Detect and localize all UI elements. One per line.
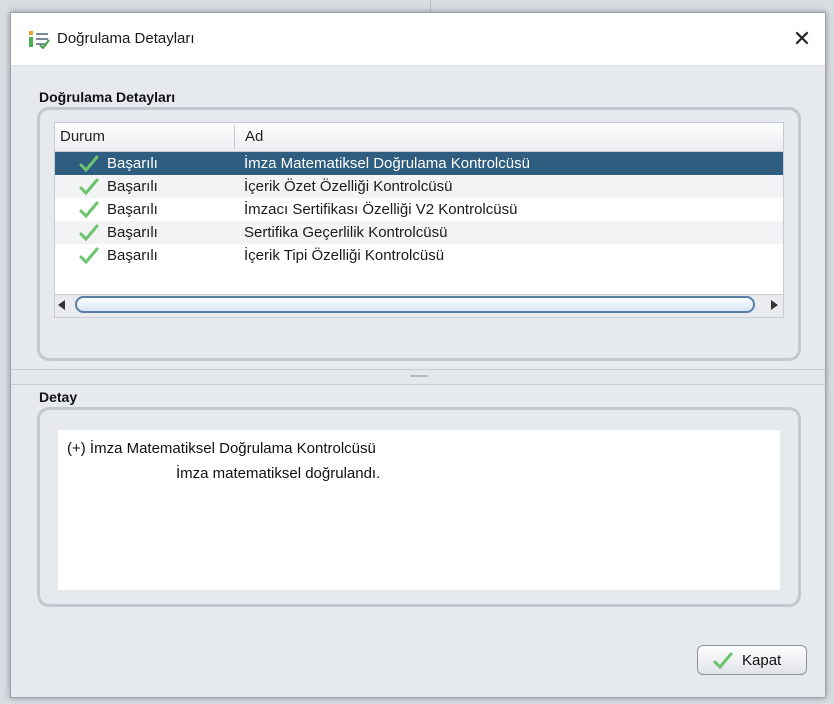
row-status: Başarılı [107,224,158,241]
check-icon [79,201,99,219]
results-group: Durum Ad Başarılı İmza Matematiksel Doğr… [37,107,801,361]
scroll-right-arrow-icon[interactable] [771,300,778,310]
results-table: Durum Ad Başarılı İmza Matematiksel Doğr… [54,122,784,318]
table-row[interactable]: Başarılı İçerik Özet Özelliği Kontrolcüs… [55,175,783,198]
close-window-button[interactable]: ✕ [779,13,825,65]
row-name: İmzacı Sertifikası Özelliği V2 Kontrolcü… [244,201,518,218]
scroll-left-arrow-icon[interactable] [58,300,65,310]
table-row[interactable]: Başarılı Sertifika Geçerlilik Kontrolcüs… [55,221,783,244]
detail-section-title: Detay [39,389,78,405]
table-row[interactable]: Başarılı İçerik Tipi Özelliği Kontrolcüs… [55,244,783,267]
row-status: Başarılı [107,178,158,195]
check-icon [713,652,733,670]
close-button[interactable]: Kapat [697,645,807,675]
detail-line-title: (+) İmza Matematiksel Doğrulama Kontrolc… [67,440,376,457]
title-bar: Doğrulama Detayları ✕ [11,13,825,66]
app-verify-icon [29,31,50,49]
column-separator[interactable] [234,125,235,149]
background-divider [430,0,431,12]
detail-group: (+) İmza Matematiksel Doğrulama Kontrolc… [37,407,801,607]
window-title: Doğrulama Detayları [57,30,195,47]
row-name: Sertifika Geçerlilik Kontrolcüsü [244,224,448,241]
column-header-durum[interactable]: Durum [60,128,105,145]
table-row[interactable]: Başarılı İmzacı Sertifikası Özelliği V2 … [55,198,783,221]
check-icon [79,247,99,265]
scrollbar-thumb[interactable] [75,296,755,313]
table-row[interactable]: Başarılı İmza Matematiksel Doğrulama Kon… [55,152,783,175]
row-name: İmza Matematiksel Doğrulama Kontrolcüsü [244,155,530,172]
close-icon: ✕ [792,26,812,51]
row-status: Başarılı [107,155,158,172]
table-header: Durum Ad [55,123,783,152]
horizontal-scrollbar[interactable] [55,294,783,317]
close-button-label: Kapat [742,652,782,669]
split-pane-divider[interactable] [11,369,825,385]
row-status: Başarılı [107,201,158,218]
splitter-grip-icon[interactable] [410,375,428,377]
row-status: Başarılı [107,247,158,264]
detail-line-message: İmza matematiksel doğrulandı. [176,465,381,482]
column-header-ad[interactable]: Ad [245,128,263,145]
check-icon [79,178,99,196]
results-section-title: Doğrulama Detayları [39,89,176,105]
detail-text-area[interactable]: (+) İmza Matematiksel Doğrulama Kontrolc… [58,430,780,590]
row-name: İçerik Özet Özelliği Kontrolcüsü [244,178,453,195]
row-name: İçerik Tipi Özelliği Kontrolcüsü [244,247,445,264]
check-icon [79,155,99,173]
verification-details-dialog: Doğrulama Detayları ✕ Doğrulama Detaylar… [10,12,826,698]
check-icon [79,224,99,242]
